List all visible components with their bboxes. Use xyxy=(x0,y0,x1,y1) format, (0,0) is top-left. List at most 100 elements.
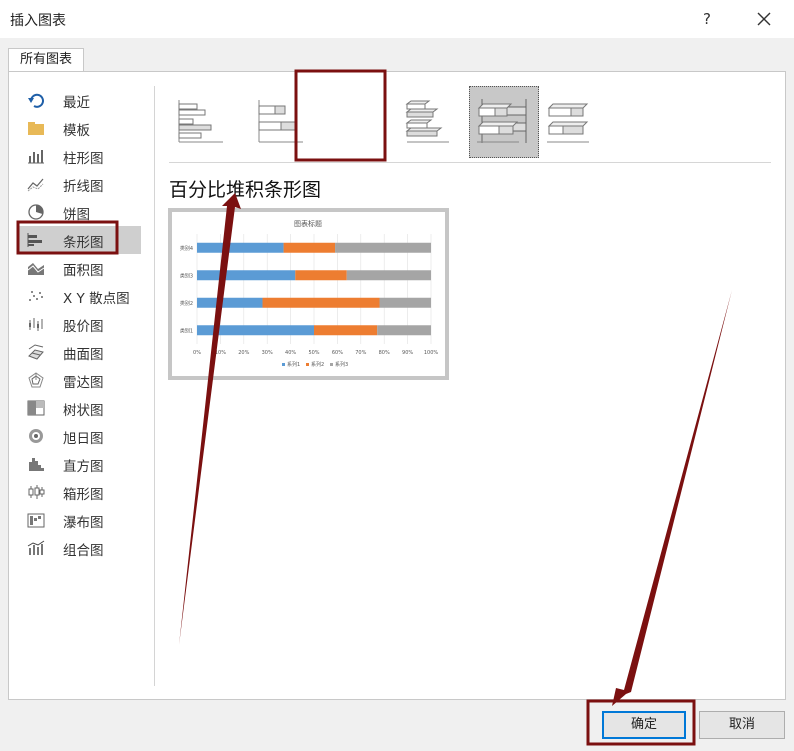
radar-chart-icon xyxy=(27,372,45,388)
preview-chart: 图表标题 0% 10% 20% 30% 40% 50% 60% 70% 80% 90% 100% 类别1… xyxy=(180,219,439,368)
category-item[interactable]: 曲面图 xyxy=(19,338,141,366)
category-label: 旭日图 xyxy=(63,431,104,447)
close-icon xyxy=(757,12,771,26)
y-tick-label: 类别4 xyxy=(180,245,193,252)
category-item[interactable]: 饼图 xyxy=(19,198,141,226)
surface-chart-icon xyxy=(27,344,45,360)
stock-chart-icon xyxy=(27,316,45,332)
category-list: 最近模板柱形图折线图饼图条形图 面积图 X Y 散点图 股价图曲面图雷达图树状图旭日图… xyxy=(9,72,154,687)
chart-title: 图表标题 xyxy=(294,219,322,228)
ok-button[interactable]: 确定 xyxy=(602,711,686,739)
combo-chart-icon xyxy=(27,540,45,556)
sunburst-chart-icon xyxy=(27,428,45,444)
boxplot-chart-icon xyxy=(27,484,45,500)
tab-all-charts[interactable]: 所有图表 xyxy=(8,48,84,72)
chart-preview[interactable]: 图表标题 0% 10% 20% 30% 40% 50% 60% 70% 80% 90% 100% 类别1… xyxy=(168,208,449,380)
help-button[interactable]: ? xyxy=(696,8,718,30)
category-label: 直方图 xyxy=(63,459,104,475)
gallery-separator xyxy=(169,162,771,163)
legend-swatch xyxy=(282,363,285,366)
category-item[interactable]: 柱形图 xyxy=(19,142,141,170)
bar-segment xyxy=(283,242,336,253)
column-chart-icon xyxy=(27,148,45,164)
category-label: 箱形图 xyxy=(63,487,104,503)
subtype-3d-stacked-bar[interactable] xyxy=(465,86,527,156)
subtype-stacked-bar[interactable] xyxy=(249,86,311,156)
legend-swatch xyxy=(330,363,333,366)
category-item[interactable]: 模板 xyxy=(19,114,141,142)
category-label: 股价图 xyxy=(63,319,104,335)
legend-label: 系列3 xyxy=(335,361,348,368)
bar-segment xyxy=(197,242,284,253)
area-chart-icon xyxy=(27,260,45,276)
category-item[interactable]: 折线图 xyxy=(19,170,141,198)
legend-swatch xyxy=(306,363,309,366)
cancel-button[interactable]: 取消 xyxy=(699,711,785,739)
category-item[interactable]: 组合图 xyxy=(19,534,141,562)
subtype-3d-clustered-bar[interactable] xyxy=(395,86,457,156)
waterfall-chart-icon xyxy=(27,512,45,528)
category-item[interactable]: 面积图 xyxy=(19,254,141,282)
x-tick-label: 80% xyxy=(379,350,390,356)
title-bar: 插入图表 ? xyxy=(0,0,794,38)
category-item[interactable]: 最近 xyxy=(19,86,141,114)
pie-chart-icon xyxy=(27,204,45,220)
clustered-bar-icon xyxy=(178,100,223,143)
x-tick-label: 50% xyxy=(308,350,319,356)
line-chart-icon xyxy=(27,176,45,192)
bar-segment xyxy=(379,297,431,308)
bar-segment xyxy=(335,242,431,253)
tab-row: 所有图表 xyxy=(0,38,794,72)
y-tick-label: 类别1 xyxy=(180,327,193,334)
bar-chart-icon xyxy=(27,232,45,248)
bar-segment xyxy=(346,270,431,281)
y-tick-label: 类别2 xyxy=(180,300,193,307)
3d-stacked-bar-icon xyxy=(477,103,519,143)
category-item[interactable]: 树状图 xyxy=(19,394,141,422)
panel-divider xyxy=(154,86,155,686)
subtype-gallery xyxy=(169,86,769,166)
subtype-3d-percent-stacked-bar[interactable] xyxy=(535,86,597,156)
category-label: 树状图 xyxy=(63,403,104,419)
bar-segment xyxy=(314,325,378,336)
category-item[interactable]: 股价图 xyxy=(19,310,141,338)
x-tick-label: 60% xyxy=(332,350,343,356)
category-item[interactable]: X Y 散点图 xyxy=(19,282,141,310)
bar-segment xyxy=(197,297,263,308)
category-item[interactable]: 雷达图 xyxy=(19,366,141,394)
bar-segment xyxy=(377,325,431,336)
3d-clustered-bar-icon xyxy=(405,100,449,143)
category-label: 折线图 xyxy=(63,179,104,195)
category-label: 瀑布图 xyxy=(63,515,104,531)
chart-panel: 最近模板柱形图折线图饼图条形图 面积图 X Y 散点图 股价图曲面图雷达图树状图旭日图… xyxy=(8,71,786,700)
selected-subtype-title: 百分比堆积条形图 xyxy=(169,179,322,201)
category-label: X Y 散点图 xyxy=(63,291,130,307)
bar-segment xyxy=(197,325,314,336)
x-tick-label: 30% xyxy=(262,350,273,356)
category-item[interactable]: 旭日图 xyxy=(19,422,141,450)
category-label: 柱形图 xyxy=(63,151,104,167)
subtype-clustered-bar[interactable] xyxy=(169,86,231,156)
category-label: 曲面图 xyxy=(63,347,104,363)
x-tick-label: 70% xyxy=(355,350,366,356)
category-label: 饼图 xyxy=(63,207,90,223)
treemap-chart-icon xyxy=(27,400,45,416)
legend-label: 系列2 xyxy=(311,361,324,368)
category-item[interactable]: 瀑布图 xyxy=(19,506,141,534)
bar-segment xyxy=(262,297,380,308)
y-tick-label: 类别3 xyxy=(180,272,193,279)
x-tick-label: 10% xyxy=(215,350,226,356)
3d-percent-stacked-bar-icon xyxy=(547,103,589,143)
dialog-title: 插入图表 xyxy=(10,13,66,29)
x-tick-label: 100% xyxy=(424,350,439,356)
recent-icon xyxy=(27,92,45,108)
category-item[interactable]: 直方图 xyxy=(19,450,141,478)
category-item[interactable]: 条形图 xyxy=(19,226,141,254)
close-button[interactable] xyxy=(752,7,776,31)
x-tick-label: 40% xyxy=(285,350,296,356)
bar-segment xyxy=(197,270,296,281)
histogram-chart-icon xyxy=(27,456,45,472)
category-item[interactable]: 箱形图 xyxy=(19,478,141,506)
category-label: 模板 xyxy=(63,123,90,139)
x-tick-label: 20% xyxy=(238,350,249,356)
